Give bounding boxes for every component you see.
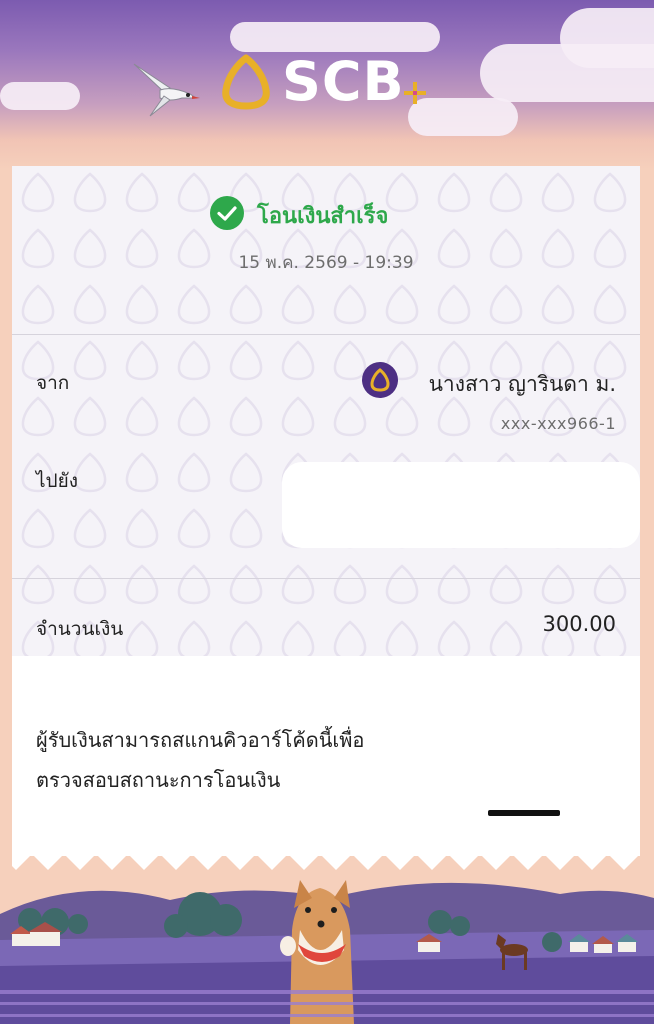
status-row: โอนเงินสำเร็จ (12, 196, 640, 236)
redacted-area (282, 462, 640, 548)
transfer-status: โอนเงินสำเร็จ (257, 204, 389, 229)
brand-name: SCB (282, 50, 405, 113)
redacted-mark (488, 810, 560, 816)
transfer-receipt: โอนเงินสำเร็จ 15 พ.ค. 2569 - 19:39 จาก น… (12, 166, 640, 856)
from-label: จาก (36, 372, 70, 394)
sender-bank-avatar (362, 362, 398, 398)
check-circle-icon (210, 196, 244, 230)
amount-label: จำนวนเงิน (36, 618, 124, 640)
qr-note-line: ตรวจสอบสถานะการโอนเงิน (36, 768, 281, 792)
to-label: ไปยัง (36, 470, 79, 492)
plus-sparkle-icon (404, 82, 426, 104)
scb-logo-icon (222, 54, 270, 110)
sender-account: xxx-xxx966-1 (500, 414, 616, 433)
scb-logo-icon (370, 368, 390, 392)
scb-logo: SCB (0, 50, 654, 113)
receipt-watermark-pattern (12, 166, 640, 656)
divider (12, 578, 640, 579)
qr-verify-note: ผู้รับเงินสามารถสแกนคิวอาร์โค้ดนี้เพื่อ … (36, 720, 436, 800)
sender-name: นางสาว ญารินดา ม. (428, 372, 616, 396)
divider (12, 334, 640, 335)
scb-watermark-icon (12, 166, 640, 656)
footer-illustration (0, 880, 654, 1024)
transaction-datetime: 15 พ.ค. 2569 - 19:39 (238, 253, 414, 273)
amount-value: 300.00 (542, 612, 616, 636)
qr-note-line: ผู้รับเงินสามารถสแกนคิวอาร์โค้ดนี้เพื่อ (36, 728, 365, 752)
cloud-decoration (230, 22, 440, 52)
